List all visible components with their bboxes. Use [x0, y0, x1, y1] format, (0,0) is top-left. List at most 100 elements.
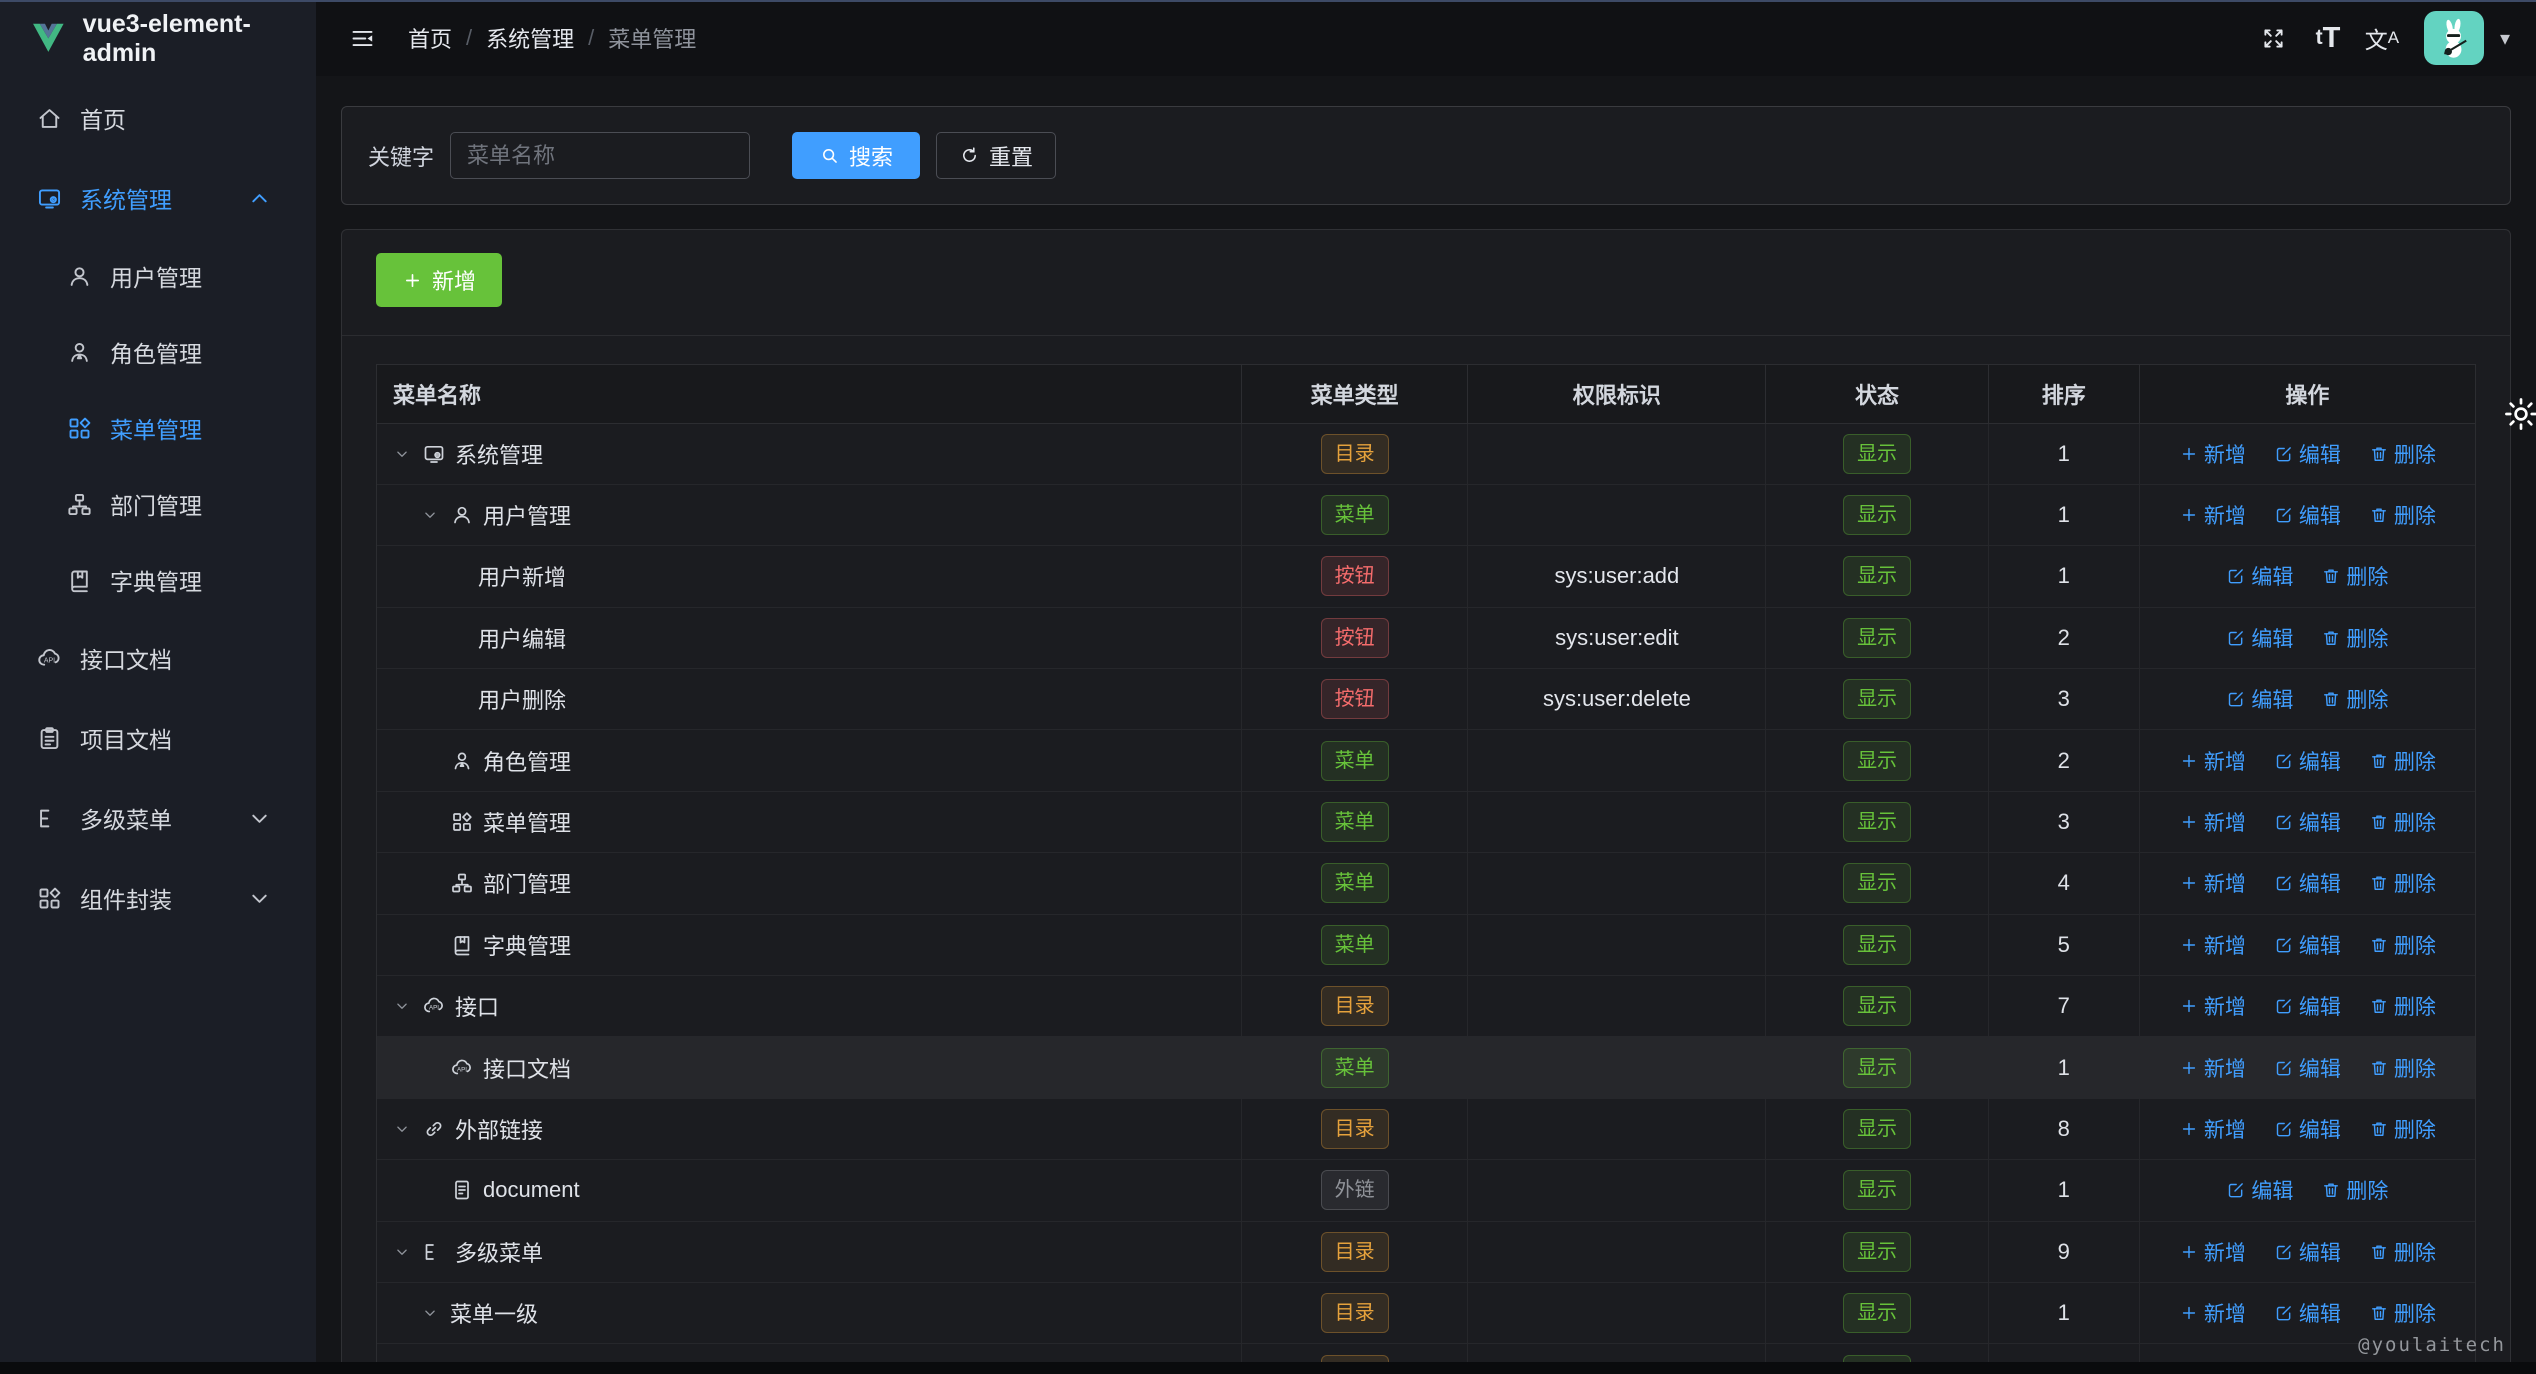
row-edit-button[interactable]: 编辑: [2274, 500, 2341, 530]
sidebar-item-system[interactable]: 系统管理: [0, 158, 316, 238]
status-cell: 显示: [1766, 423, 1988, 484]
row-delete-button[interactable]: 删除: [2369, 746, 2436, 776]
status-tag: 显示: [1843, 618, 1911, 658]
row-add-button[interactable]: 新增: [2179, 868, 2246, 898]
row-delete-button[interactable]: 删除: [2321, 623, 2388, 653]
sort-cell: 4: [1988, 853, 2139, 914]
row-add-button[interactable]: 新增: [2179, 500, 2246, 530]
menu-type-tag: 目录: [1321, 1293, 1389, 1333]
row-edit-button[interactable]: 编辑: [2274, 868, 2341, 898]
row-delete-button[interactable]: 删除: [2369, 807, 2436, 837]
row-delete-button[interactable]: 删除: [2369, 439, 2436, 469]
row-edit-button[interactable]: 编辑: [2274, 991, 2341, 1021]
menu-name: 字典管理: [483, 929, 571, 961]
row-edit-button[interactable]: 编辑: [2274, 807, 2341, 837]
row-add-button[interactable]: 新增: [2179, 991, 2246, 1021]
keyword-input[interactable]: [450, 132, 750, 179]
hamburger-icon: [349, 25, 376, 52]
collapse-menu-icon[interactable]: [342, 18, 382, 58]
sidebar-item-dict[interactable]: 字典管理: [0, 542, 316, 618]
translate-icon[interactable]: 文A: [2362, 18, 2402, 58]
sidebar-item-menu[interactable]: 菜单管理: [0, 390, 316, 466]
settings-button[interactable]: [2498, 392, 2536, 438]
row-delete-button[interactable]: 删除: [2369, 868, 2436, 898]
system-icon: [422, 442, 446, 466]
row-edit-button[interactable]: 编辑: [2274, 1053, 2341, 1083]
row-delete-button[interactable]: 删除: [2369, 991, 2436, 1021]
row-edit-button[interactable]: 编辑: [2226, 684, 2293, 714]
row-delete-button[interactable]: 删除: [2369, 1114, 2436, 1144]
sidebar-item-label: 项目文档: [80, 721, 290, 755]
row-delete-button[interactable]: 删除: [2369, 1298, 2436, 1328]
sidebar-item-api[interactable]: API接口文档: [0, 618, 316, 698]
row-delete-button[interactable]: 删除: [2321, 561, 2388, 591]
breadcrumb-separator: /: [588, 25, 594, 51]
caret-down-icon[interactable]: ▾: [2500, 26, 2510, 51]
sidebar-item-dept[interactable]: 部门管理: [0, 466, 316, 542]
sidebar-item-role[interactable]: 角色管理: [0, 314, 316, 390]
row-delete-button[interactable]: 删除: [2369, 1237, 2436, 1267]
user-avatar[interactable]: [2424, 11, 2484, 65]
sidebar-item-component[interactable]: 组件封装: [0, 858, 316, 938]
row-edit-button[interactable]: 编辑: [2274, 930, 2341, 960]
sidebar-item-tree[interactable]: 多级菜单: [0, 778, 316, 858]
menu-table: 菜单名称菜单类型权限标识状态排序操作 系统管理目录显示1新增编辑删除用户管理菜单…: [377, 365, 2475, 1374]
sidebar-item-doc[interactable]: 项目文档: [0, 698, 316, 778]
main-area: 首页/系统管理/菜单管理 tT 文A ▾: [316, 0, 2536, 1374]
row-add-button[interactable]: 新增: [2179, 1298, 2246, 1328]
chev-down-icon: [421, 1304, 439, 1322]
add-button[interactable]: 新增: [376, 253, 502, 307]
row-add-button[interactable]: 新增: [2179, 1237, 2246, 1267]
search-button[interactable]: 搜索: [792, 132, 920, 179]
row-add-button[interactable]: 新增: [2179, 746, 2246, 776]
status-tag: 显示: [1843, 1232, 1911, 1272]
row-edit-button[interactable]: 编辑: [2226, 1175, 2293, 1205]
row-delete-button[interactable]: 删除: [2321, 684, 2388, 714]
row-add-button[interactable]: 新增: [2179, 439, 2246, 469]
row-edit-button[interactable]: 编辑: [2274, 1298, 2341, 1328]
status-tag: 显示: [1843, 1109, 1911, 1149]
app-logo[interactable]: vue3-element-admin: [0, 0, 316, 78]
sidebar-item-label: 系统管理: [80, 181, 246, 215]
row-delete-button[interactable]: 删除: [2369, 930, 2436, 960]
sidebar-item-home[interactable]: 首页: [0, 78, 316, 158]
font-size-icon[interactable]: tT: [2308, 18, 2348, 58]
permission-cell: [1468, 1221, 1766, 1282]
breadcrumb-item[interactable]: 系统管理: [486, 22, 574, 54]
divider: [342, 335, 2510, 336]
sidebar-item-user[interactable]: 用户管理: [0, 238, 316, 314]
tree-icon: [422, 1240, 446, 1264]
menu-type-cell: 菜单: [1241, 730, 1468, 791]
plus-icon: [2179, 444, 2199, 464]
row-delete-button[interactable]: 删除: [2369, 500, 2436, 530]
table-row: 用户编辑按钮sys:user:edit显示2编辑删除: [377, 607, 2475, 668]
row-edit-button[interactable]: 编辑: [2226, 623, 2293, 653]
trash-icon: [2369, 505, 2389, 525]
menu-icon: [66, 415, 93, 442]
menu-type-cell: 菜单: [1241, 914, 1468, 975]
actions-cell: 新增编辑删除: [2139, 791, 2475, 852]
row-edit-button[interactable]: 编辑: [2274, 1114, 2341, 1144]
row-add-button[interactable]: 新增: [2179, 807, 2246, 837]
sidebar-item-label: 多级菜单: [80, 801, 246, 835]
row-edit-button[interactable]: 编辑: [2274, 439, 2341, 469]
role-icon: [450, 749, 474, 773]
row-add-button[interactable]: 新增: [2179, 1114, 2246, 1144]
row-edit-button[interactable]: 编辑: [2274, 746, 2341, 776]
row-add-button[interactable]: 新增: [2179, 930, 2246, 960]
row-delete-button[interactable]: 删除: [2321, 1175, 2388, 1205]
row-edit-button[interactable]: 编辑: [2274, 1237, 2341, 1267]
row-edit-button[interactable]: 编辑: [2226, 561, 2293, 591]
row-add-button[interactable]: 新增: [2179, 1053, 2246, 1083]
column-header: 菜单类型: [1241, 365, 1468, 423]
sort-cell: 1: [1988, 1037, 2139, 1098]
reset-button[interactable]: 重置: [936, 132, 1056, 179]
status-cell: 显示: [1766, 976, 1988, 1037]
menu-type-tag: 菜单: [1321, 1048, 1389, 1088]
breadcrumb-item[interactable]: 首页: [408, 22, 452, 54]
table-row: 用户新增按钮sys:user:add显示1编辑删除: [377, 546, 2475, 607]
column-header: 权限标识: [1468, 365, 1766, 423]
row-delete-button[interactable]: 删除: [2369, 1053, 2436, 1083]
fullscreen-icon[interactable]: [2254, 18, 2294, 58]
actions-cell: 新增编辑删除: [2139, 853, 2475, 914]
